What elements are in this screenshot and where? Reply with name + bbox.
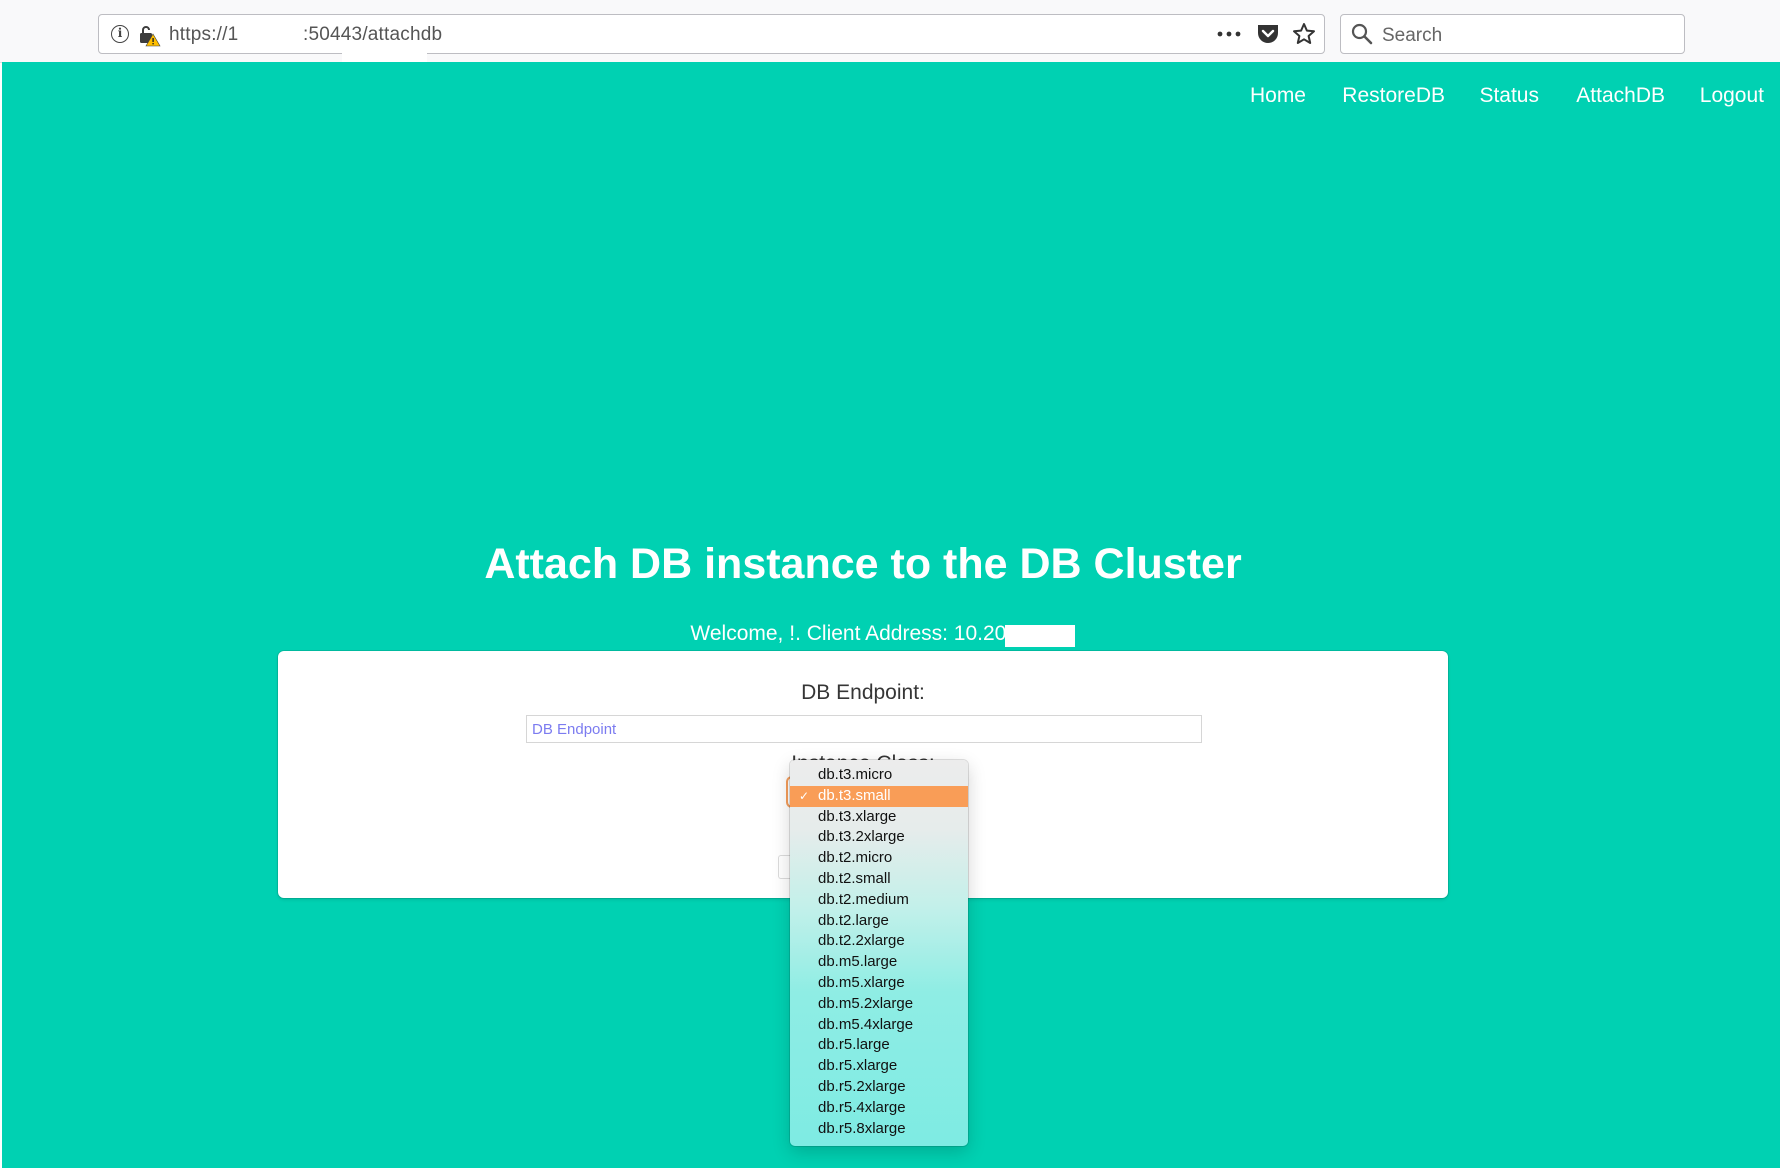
url-prefix[interactable]: https://1 (169, 24, 238, 46)
dropdown-option-label: db.r5.large (818, 1036, 890, 1054)
browser-toolbar: i https://1 :50443/attachdb Search (0, 0, 1780, 65)
dropdown-option[interactable]: db.t3.xlarge (790, 807, 968, 828)
dropdown-option[interactable]: db.r5.2xlarge (790, 1077, 968, 1098)
dropdown-option[interactable]: db.m5.2xlarge (790, 994, 968, 1015)
insecure-lock-icon[interactable] (137, 23, 161, 47)
page-title: Attach DB instance to the DB Cluster (484, 540, 1242, 588)
dropdown-option-label: db.t3.small (818, 786, 891, 804)
dropdown-option[interactable]: db.t3.2xlarge (790, 827, 968, 848)
dropdown-option[interactable]: db.m5.large (790, 952, 968, 973)
welcome-text: Welcome, !. Client Address: 10.200.2 (690, 622, 1036, 645)
nav-attachdb[interactable]: AttachDB (1576, 84, 1665, 108)
dropdown-option[interactable]: db.t2.medium (790, 890, 968, 911)
dropdown-option[interactable]: db.m5.4xlarge (790, 1015, 968, 1036)
dropdown-option[interactable]: db.m5.xlarge (790, 973, 968, 994)
dropdown-option-label: db.t2.micro (818, 849, 893, 867)
endpoint-label: DB Endpoint: (801, 681, 925, 704)
dropdown-option[interactable]: db.t2.2xlarge (790, 931, 968, 952)
dropdown-option-label: db.m5.2xlarge (818, 994, 914, 1012)
dropdown-option[interactable]: db.r5.large (790, 1035, 968, 1056)
dropdown-option-label: db.r5.8xlarge (818, 1119, 906, 1137)
nav-logout[interactable]: Logout (1700, 84, 1764, 108)
dropdown-option[interactable]: db.t2.micro (790, 848, 968, 869)
dropdown-options: db.t3.micro ✓ db.t3.small db.t3.xlarge db.t3… (790, 760, 968, 1139)
checkmark-icon: ✓ (799, 788, 810, 803)
dropdown-option-label: db.m5.large (818, 953, 898, 971)
dropdown-option-label: db.t2.medium (818, 890, 909, 908)
dropdown-option[interactable]: db.t3.micro (790, 765, 968, 786)
nav-restoredb[interactable]: RestoreDB (1342, 84, 1445, 108)
dropdown-option-label: db.t3.micro (818, 766, 893, 783)
pocket-icon[interactable] (1256, 23, 1280, 45)
dropdown-option-label: db.t3.2xlarge (818, 828, 905, 846)
dropdown-option-label: db.r5.xlarge (818, 1057, 898, 1075)
dropdown-option-label: db.m5.4xlarge (818, 1015, 914, 1033)
search-icon (1351, 23, 1373, 45)
dropdown-option-label: db.t2.small (818, 869, 891, 887)
url-suffix[interactable]: :50443/attachdb (303, 24, 442, 46)
dropdown-option[interactable]: db.r5.xlarge (790, 1056, 968, 1077)
dropdown-option-label: db.r5.4xlarge (818, 1098, 906, 1116)
search-placeholder: Search (1382, 25, 1443, 46)
endpoint-input[interactable] (526, 715, 1202, 743)
dropdown-option[interactable]: db.t2.small (790, 869, 968, 890)
nav-status[interactable]: Status (1479, 84, 1539, 108)
instance-class-dropdown[interactable]: db.t3.micro ✓ db.t3.small db.t3.xlarge db.t3… (790, 760, 968, 1146)
address-redaction (1005, 625, 1075, 647)
dropdown-option-label: db.t2.2xlarge (818, 932, 905, 950)
address-bar[interactable]: i https://1 :50443/attachdb (98, 14, 1325, 65)
dropdown-option[interactable]: db.r5.4xlarge (790, 1098, 968, 1119)
dropdown-option[interactable]: ✓ db.t3.small (790, 785, 968, 807)
dropdown-option-label: db.r5.2xlarge (818, 1077, 906, 1095)
dropdown-option-label: db.m5.xlarge (818, 973, 905, 991)
nav-home[interactable]: Home (1250, 84, 1306, 108)
page-actions-icon[interactable] (1216, 29, 1242, 39)
dropdown-option-label: db.t3.xlarge (818, 807, 897, 825)
dropdown-option-label: db.t2.large (818, 911, 889, 929)
dropdown-option[interactable]: db.r5.8xlarge (790, 1119, 968, 1140)
bookmark-star-icon[interactable] (1292, 22, 1316, 46)
search-bar[interactable]: Search (1340, 14, 1685, 54)
dropdown-option[interactable]: db.t2.large (790, 911, 968, 932)
info-icon[interactable]: i (111, 25, 129, 43)
